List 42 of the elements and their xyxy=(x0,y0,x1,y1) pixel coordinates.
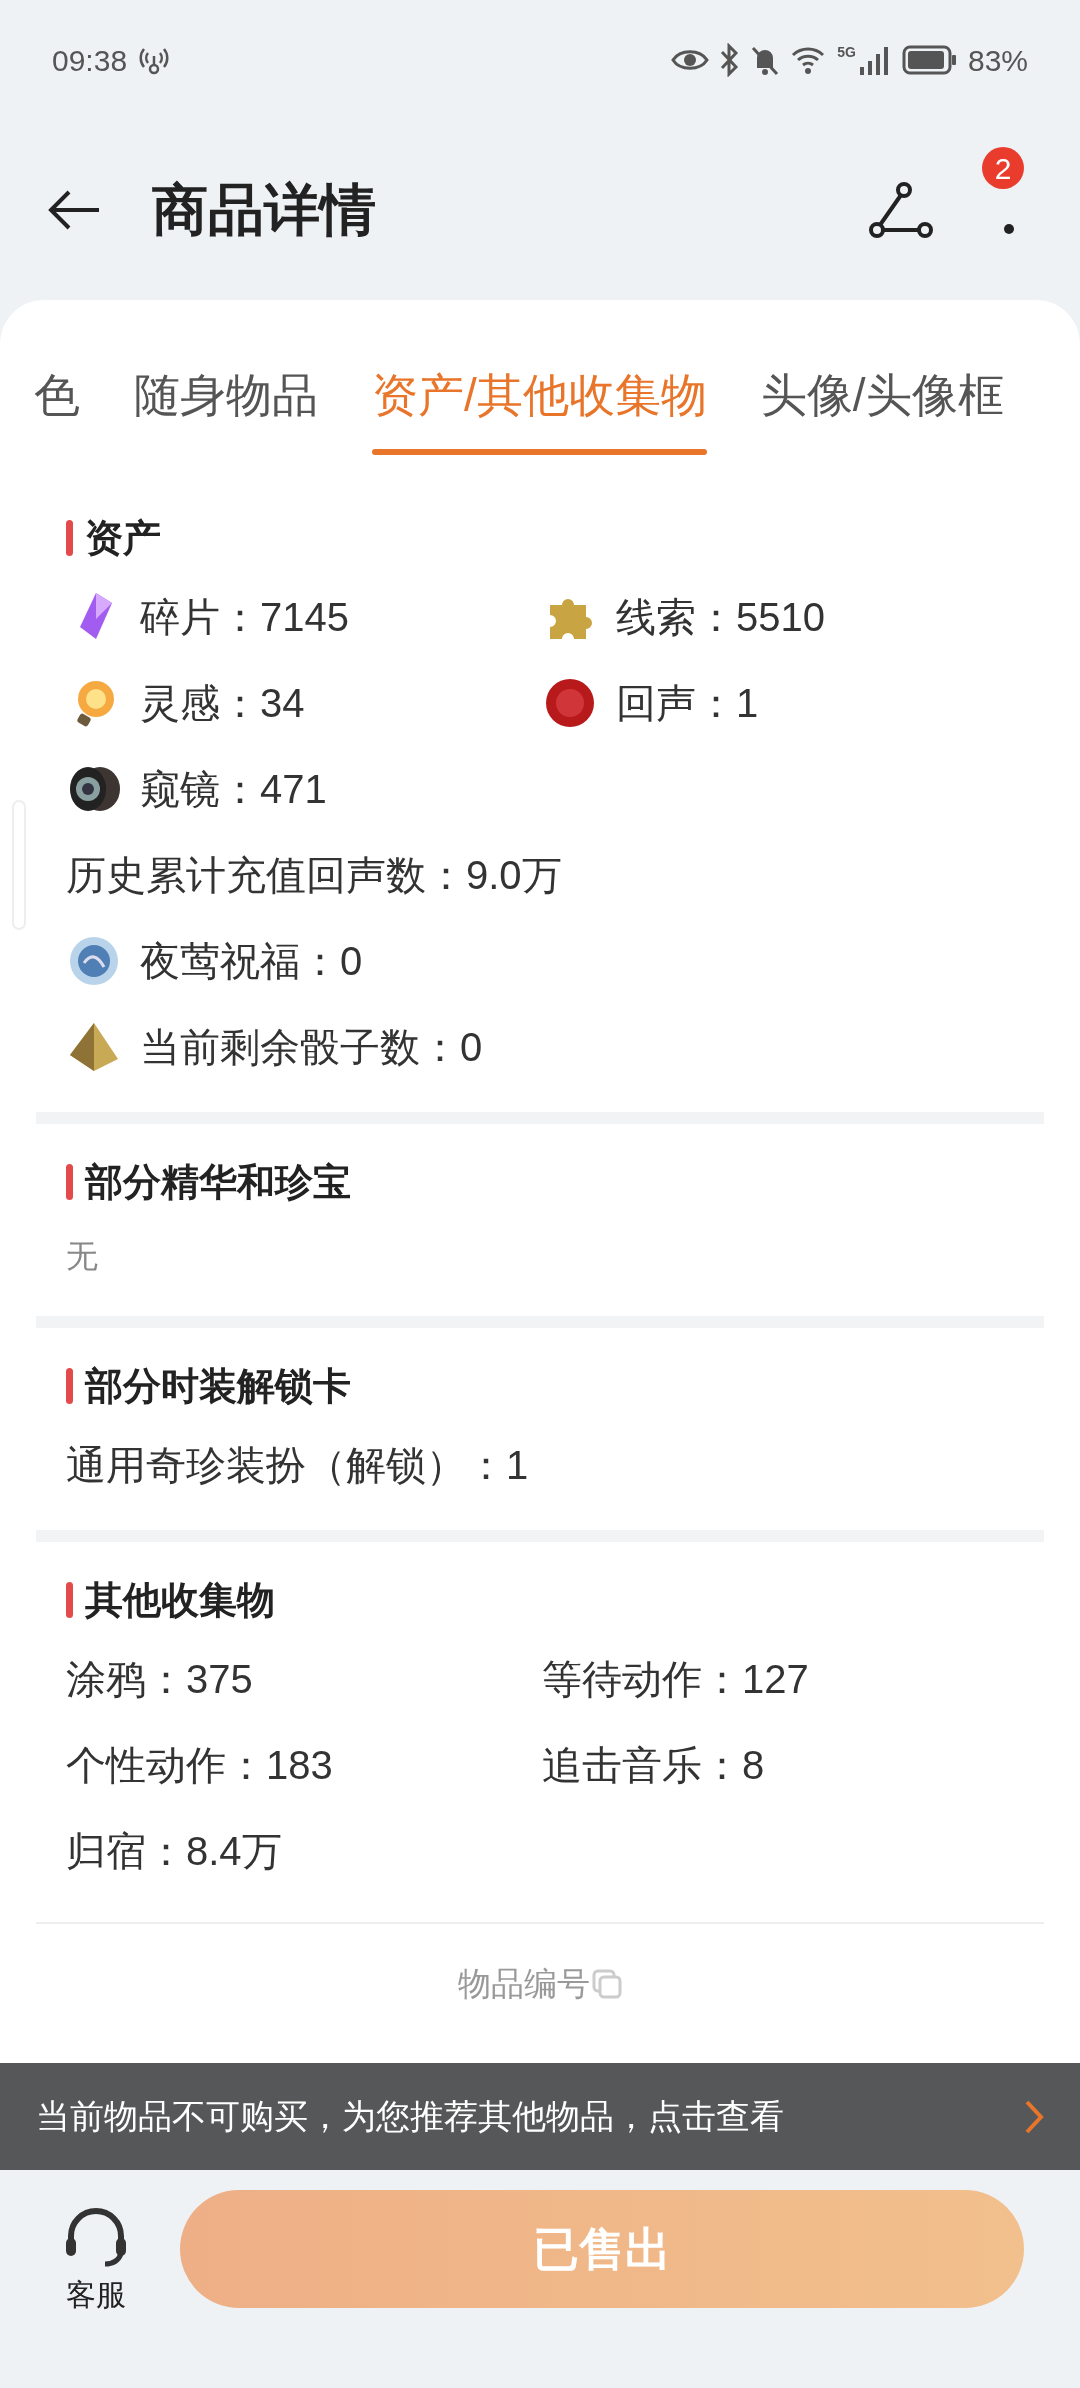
back-arrow-icon xyxy=(47,190,101,230)
empty-text: 无 xyxy=(66,1237,98,1276)
recommendation-banner[interactable]: 当前物品不可购买，为您推荐其他物品，点击查看 xyxy=(0,2063,1080,2170)
asset-text: 灵感：34 xyxy=(140,680,305,727)
asset-text: 历史累计充值回声数：9.0万 xyxy=(66,852,562,899)
network-label: 5G xyxy=(837,45,856,59)
bluetooth-icon xyxy=(719,43,740,77)
asset-text: 追击音乐：8 xyxy=(542,1742,765,1789)
battery-icon xyxy=(901,45,958,75)
customer-service-button[interactable]: 客服 xyxy=(56,2190,136,2317)
asset-text: 回声：1 xyxy=(616,680,759,727)
page-title: 商品详情 xyxy=(152,177,376,243)
asset-text: 线索：5510 xyxy=(616,594,825,641)
tab[interactable]: 随身物品 xyxy=(134,335,318,455)
tab[interactable]: 头像/头像框 xyxy=(760,335,1004,455)
eye-icon xyxy=(671,47,710,73)
section-title: 部分时装解锁卡 xyxy=(85,1363,351,1409)
asset-text: 碎片：7145 xyxy=(140,594,349,641)
more-icon xyxy=(1003,223,1015,235)
chevron-right-icon xyxy=(1024,2098,1044,2135)
asset-text: 个性动作：183 xyxy=(66,1742,333,1789)
section-title: 部分精华和珍宝 xyxy=(85,1159,351,1205)
asset-text: 窥镜：471 xyxy=(140,766,327,813)
item-number-label: 物品编号 xyxy=(458,1964,590,2005)
notification-badge: 2 xyxy=(982,147,1024,189)
section-marker xyxy=(66,1368,73,1404)
asset-text: 夜莺祝福：0 xyxy=(140,938,363,985)
section-marker xyxy=(66,1164,73,1200)
asset-text: 涂鸦：375 xyxy=(66,1656,253,1703)
copy-icon xyxy=(592,1969,622,1999)
asset-text: 归宿：8.4万 xyxy=(66,1828,282,1875)
asset-text: 等待动作：127 xyxy=(542,1656,809,1703)
section-title: 其他收集物 xyxy=(85,1577,275,1623)
asset-text: 通用奇珍装扮（解锁）：1 xyxy=(66,1442,529,1489)
share-icon xyxy=(869,182,933,238)
tab[interactable]: 色 xyxy=(34,335,80,455)
section-marker xyxy=(66,520,73,556)
clock: 09:38 xyxy=(52,42,128,79)
asset-text: 当前剩余骰子数：0 xyxy=(140,1024,483,1071)
battery-percent: 83% xyxy=(967,42,1028,79)
section-marker xyxy=(66,1582,73,1618)
section-title: 资产 xyxy=(85,515,161,561)
